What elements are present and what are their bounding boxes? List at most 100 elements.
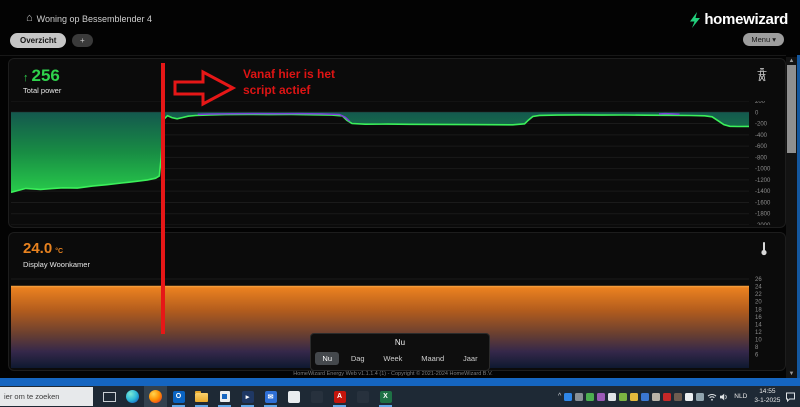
- taskbar-search-text: ier om te zoeken: [4, 392, 60, 401]
- tray-icon-tray-app-7[interactable]: [641, 392, 650, 401]
- taskbar-app-file-explorer[interactable]: [190, 386, 213, 407]
- y-axis-tick-label: 6: [755, 353, 759, 359]
- home-icon: ⌂: [26, 12, 33, 24]
- time-range-button-week[interactable]: Week: [376, 352, 409, 365]
- homewizard-energy-screen: ⌂ Woning op Bessemblender 4 Overzicht + …: [0, 0, 800, 407]
- language-indicator[interactable]: NLD: [732, 393, 749, 400]
- tray-icon-tray-app-5[interactable]: [619, 392, 628, 401]
- tray-icon-group: ^: [558, 392, 705, 401]
- temperature-unit: °C: [55, 248, 64, 255]
- taskbar-app-edge[interactable]: [121, 386, 144, 407]
- taskbar-app-outlook[interactable]: O: [167, 386, 190, 407]
- file-explorer-icon: [195, 391, 208, 402]
- tray-icon-tray-app-1[interactable]: [575, 392, 584, 401]
- time-range-popup: Nu Nu Dag Week Maand Jaar: [310, 333, 490, 371]
- taskbar-app-task-view[interactable]: [98, 386, 121, 407]
- y-axis-tick-label: 16: [755, 315, 762, 321]
- power-metric: ↑ 256: [23, 66, 60, 86]
- taskbar-app-icons: O ▸ ✉ A X: [98, 386, 397, 407]
- menu-button[interactable]: Menu ▾: [743, 33, 784, 46]
- tray-icon-tray-app-11[interactable]: [685, 392, 694, 401]
- acrobat-icon: A: [333, 390, 346, 403]
- power-chart[interactable]: 200 0 -200 -400 -600 -800 -1000 -1200 -1400 -1600…: [11, 101, 783, 225]
- movies-tv-icon: ▸: [241, 390, 254, 403]
- taskbar-app-pinned-dark-2[interactable]: [351, 386, 374, 407]
- taskbar-app-movies-tv[interactable]: ▸: [236, 386, 259, 407]
- total-power-card: ↑ 256 Total power 200 0 -200 -400 -600 -800 -1…: [8, 58, 786, 228]
- desktop-strip-bottom: [0, 378, 800, 386]
- tray-icon-tray-app-10[interactable]: [674, 392, 683, 401]
- y-axis-tick-label: 22: [755, 292, 762, 298]
- tray-icon-tray-app-4[interactable]: [608, 392, 617, 401]
- taskbar-app-office-green[interactable]: X: [374, 386, 397, 407]
- task-view-icon: [103, 391, 116, 402]
- firefox-icon: [149, 390, 162, 403]
- taskbar-app-mail[interactable]: ✉: [259, 386, 282, 407]
- secondary-power-line: [658, 112, 680, 115]
- tray-icon-tray-app-8[interactable]: [652, 392, 661, 401]
- y-axis-tick-label: 20: [755, 300, 762, 306]
- outlook-icon: O: [172, 390, 185, 403]
- tray-icon-bluetooth[interactable]: [564, 392, 573, 401]
- y-axis-tick-label: -1000: [755, 167, 771, 173]
- taskbar-app-pinned-dark-1[interactable]: [305, 386, 328, 407]
- temperature-value: 24.0: [23, 240, 53, 257]
- time-range-button-dag[interactable]: Dag: [344, 352, 372, 365]
- location-title-label: Woning op Bessemblender 4: [36, 13, 153, 24]
- y-axis-tick-label: -400: [755, 133, 768, 139]
- windows-taskbar: ier om te zoeken O ▸ ✉ A X ^ NLD 14:55 3-1-2…: [0, 386, 800, 407]
- action-center-icon[interactable]: [785, 392, 796, 402]
- tray-icon-tray-app-6[interactable]: [630, 392, 639, 401]
- time-range-button-jaar[interactable]: Jaar: [456, 352, 485, 365]
- menu-button-label: Menu: [751, 35, 771, 44]
- time-range-button-maand[interactable]: Maand: [414, 352, 451, 365]
- notes-icon: [287, 390, 300, 403]
- y-axis-tick-label: -600: [755, 144, 768, 150]
- scrollbar-up-icon[interactable]: ▲: [786, 58, 797, 64]
- y-axis-tick-label: 10: [755, 338, 762, 344]
- tray-icon-tray-app-9[interactable]: [663, 392, 672, 401]
- scrollbar-down-icon[interactable]: ▼: [786, 371, 797, 377]
- volume-icon[interactable]: [720, 393, 729, 401]
- wifi-icon[interactable]: [707, 393, 717, 401]
- taskbar-app-notes[interactable]: [282, 386, 305, 407]
- taskbar-app-firefox[interactable]: [144, 386, 167, 407]
- taskbar-app-acrobat[interactable]: A: [328, 386, 351, 407]
- taskbar-clock[interactable]: 14:55 3-1-2025: [752, 388, 782, 405]
- edge-icon: [126, 390, 139, 403]
- y-axis-tick-label: -1600: [755, 200, 771, 206]
- y-axis-tick-label: -1800: [755, 212, 771, 218]
- taskbar-search-input[interactable]: ier om te zoeken: [0, 387, 93, 406]
- homewizard-logo: homewizard: [689, 11, 788, 28]
- y-axis-tick-label: -2000: [755, 223, 771, 225]
- annotation-text: Vanaf hier is het script actief: [243, 67, 336, 98]
- y-axis-tick-label: 200: [755, 101, 766, 105]
- scrollbar-thumb[interactable]: [787, 65, 796, 153]
- y-axis-tick-label: 12: [755, 330, 762, 336]
- time-range-button-nu[interactable]: Nu: [315, 352, 339, 365]
- office-green-icon: X: [379, 390, 392, 403]
- mail-icon: ✉: [264, 390, 277, 403]
- tray-icon-hidden-icons-chevron[interactable]: ^: [558, 393, 561, 400]
- add-tab-button[interactable]: +: [72, 34, 93, 47]
- y-axis-tick-label: 24: [755, 285, 762, 291]
- y-axis-tick-label: -1200: [755, 178, 771, 184]
- taskbar-app-microsoft-store[interactable]: [213, 386, 236, 407]
- y-axis-tick-label: 8: [755, 345, 759, 351]
- y-axis-tick-label: 14: [755, 322, 762, 328]
- tray-icon-tray-app-3[interactable]: [597, 392, 606, 401]
- tab-overzicht[interactable]: Overzicht: [10, 33, 67, 48]
- thermometer-icon: [759, 241, 769, 256]
- tray-icon-tray-app-2[interactable]: [586, 392, 595, 401]
- y-axis-tick-label: 0: [755, 110, 759, 116]
- logo-text: homewizard: [704, 11, 788, 28]
- y-axis-tick-label: -200: [755, 122, 768, 128]
- tray-icon-tray-app-12[interactable]: [696, 392, 705, 401]
- y-axis-tick-label: -1400: [755, 189, 771, 195]
- lightning-bolt-icon: [690, 11, 701, 28]
- page-scrollbar[interactable]: ▲ ▼: [786, 57, 797, 378]
- power-pylon-icon: [755, 67, 769, 82]
- time-range-title: Nu: [394, 338, 406, 347]
- y-axis-tick-label: -800: [755, 155, 768, 161]
- microsoft-store-icon: [219, 391, 230, 402]
